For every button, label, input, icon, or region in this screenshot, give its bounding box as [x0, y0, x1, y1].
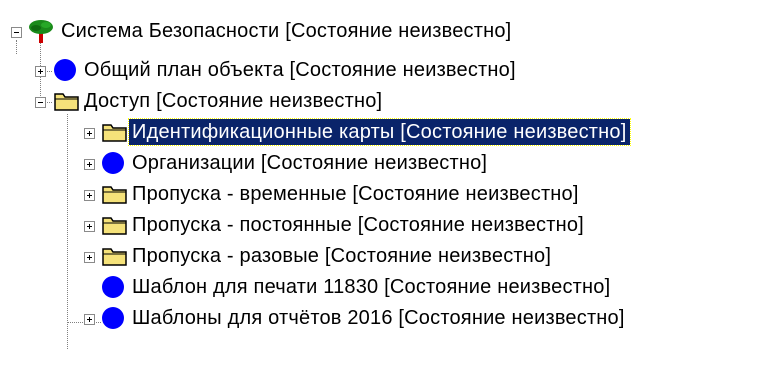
folder-icon [101, 182, 129, 212]
tree-connector-line [16, 40, 18, 54]
tree-item-label[interactable]: Пропуска - временные [Состояние неизвест… [129, 181, 582, 207]
collapse-toggle[interactable] [35, 97, 46, 108]
blue-circle-icon [101, 151, 125, 181]
collapse-toggle[interactable] [11, 27, 22, 38]
tree-item-label[interactable]: Пропуска - постоянные [Состояние неизвес… [129, 212, 587, 238]
tree-item-label[interactable]: Организации [Состояние неизвестно] [129, 150, 490, 176]
folder-icon [101, 244, 129, 274]
expand-toggle[interactable] [84, 159, 95, 170]
tree-item-label[interactable]: Шаблон для печати 11830 [Состояние неизв… [129, 274, 613, 300]
security-tree[interactable]: Система Безопасности [Состояние неизвест… [0, 0, 779, 368]
folder-open-icon [53, 89, 81, 119]
expand-toggle[interactable] [84, 314, 95, 325]
expand-toggle[interactable] [84, 190, 95, 201]
blue-circle-icon [101, 306, 125, 336]
tree-connector-line [67, 114, 69, 349]
expand-toggle[interactable] [84, 128, 95, 139]
tree-item-label[interactable]: Доступ [Состояние неизвестно] [81, 88, 385, 114]
folder-icon [101, 213, 129, 243]
tree-root-label[interactable]: Система Безопасности [Состояние неизвест… [58, 18, 514, 44]
tree-item-label[interactable]: Шаблоны для отчётов 2016 [Состояние неиз… [129, 305, 628, 331]
tree-item-label-selected[interactable]: Идентификационные карты [Состояние неизв… [128, 118, 631, 146]
blue-circle-icon [53, 58, 77, 88]
expand-toggle[interactable] [84, 221, 95, 232]
tree-item-label[interactable]: Общий план объекта [Состояние неизвестно… [81, 57, 519, 83]
blue-circle-icon [101, 275, 125, 305]
folder-icon [101, 120, 129, 150]
expand-toggle[interactable] [84, 252, 95, 263]
tree-icon [27, 19, 55, 51]
expand-toggle[interactable] [35, 66, 46, 77]
tree-item-label[interactable]: Пропуска - разовые [Состояние неизвестно… [129, 243, 554, 269]
